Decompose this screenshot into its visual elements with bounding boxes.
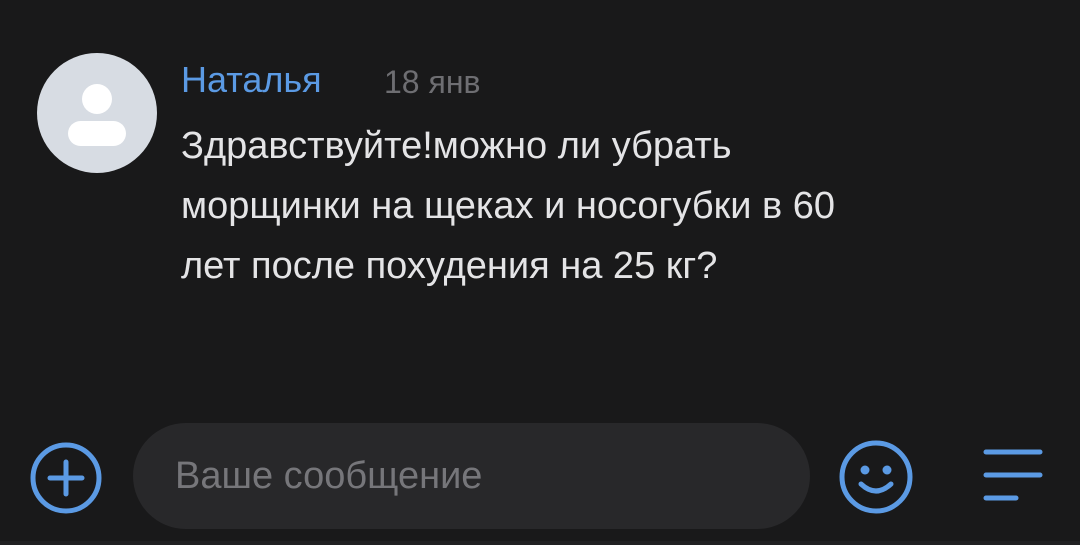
message-composer	[0, 418, 1080, 545]
menu-lines-icon	[983, 449, 1043, 501]
message-text-line: морщинки на щеках и носогубки в 60	[181, 185, 836, 227]
message-text-line: лет после похудения на 25 кг?	[181, 245, 718, 287]
menu-button[interactable]	[980, 444, 1046, 506]
default-user-avatar-icon	[68, 84, 126, 146]
bottom-divider	[0, 541, 1080, 545]
message-input[interactable]	[175, 423, 775, 529]
plus-circle-icon	[30, 442, 102, 514]
message-input-container[interactable]	[133, 423, 810, 529]
attach-button[interactable]	[29, 441, 103, 515]
avatar[interactable]	[37, 53, 157, 173]
message-timestamp: 18 янв	[384, 64, 481, 100]
author-name[interactable]: Наталья	[181, 58, 322, 102]
message-text-line: Здравствуйте!можно ли убрать	[181, 125, 732, 167]
smile-icon	[839, 440, 913, 514]
emoji-button[interactable]	[838, 439, 914, 515]
message-text: Здравствуйте!можно ли убрать морщинки на…	[181, 116, 1011, 296]
chat-message: Наталья 18 янв Здравствуйте!можно ли убр…	[0, 0, 1080, 330]
